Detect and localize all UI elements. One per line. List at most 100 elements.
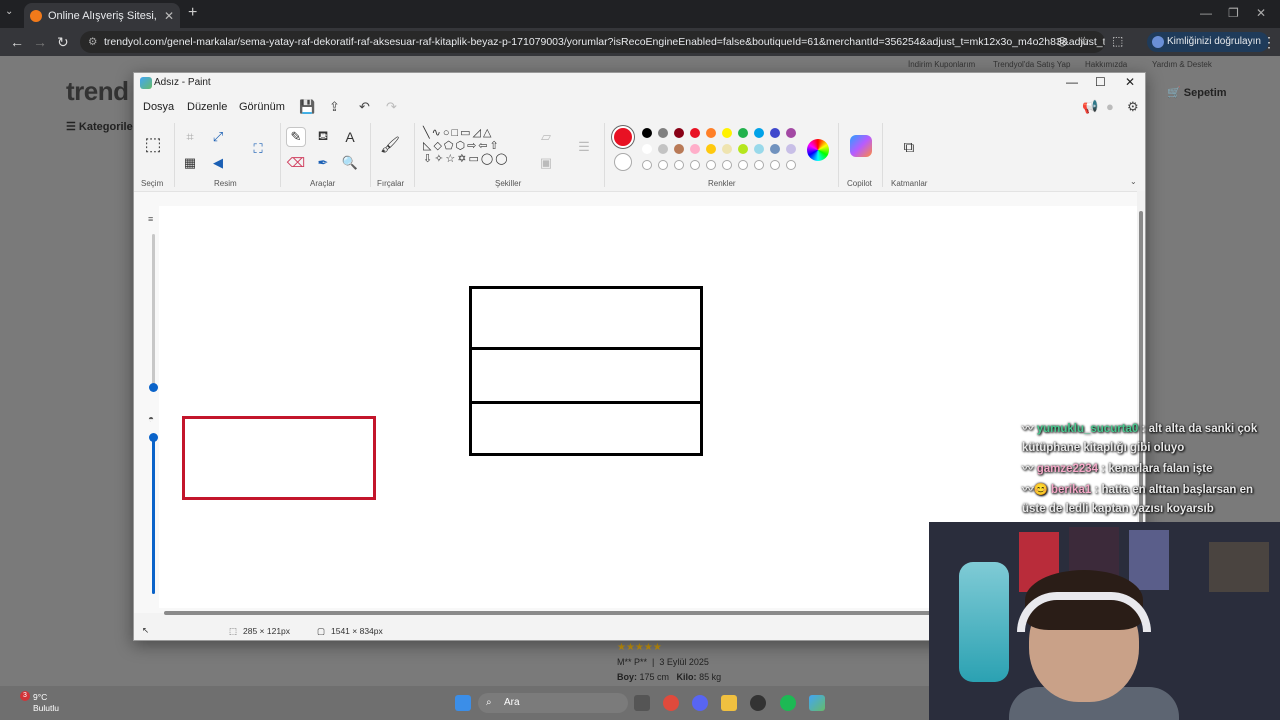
feedback-icon[interactable]: 📢 <box>1082 99 1098 115</box>
task-view-icon[interactable] <box>634 695 650 711</box>
palette-swatch[interactable] <box>786 128 796 138</box>
menu-edit[interactable]: Düzenle <box>187 101 227 113</box>
browser-tab[interactable]: Online Alışveriş Sitesi, Türkiye'nin ✕ <box>24 3 180 28</box>
save-icon[interactable]: 💾 <box>299 99 315 115</box>
palette-swatch[interactable] <box>722 144 732 154</box>
palette-swatch[interactable] <box>642 144 652 154</box>
pencil-icon[interactable]: ✎ <box>286 127 306 147</box>
palette-swatch[interactable] <box>658 128 668 138</box>
palette-swatch[interactable] <box>706 128 716 138</box>
opacity-slider[interactable] <box>149 433 158 594</box>
weather-widget[interactable]: 9°C Bulutlu <box>33 692 59 714</box>
site-info-icon[interactable]: ⚙ <box>88 31 97 53</box>
palette-swatch[interactable] <box>754 128 764 138</box>
layers-icon[interactable]: ⧉ <box>899 137 919 157</box>
edit-colors-icon[interactable] <box>807 139 829 161</box>
palette-swatch[interactable] <box>674 144 684 154</box>
palette-swatch[interactable] <box>770 128 780 138</box>
palette-swatch[interactable] <box>738 144 748 154</box>
size-slider-thumb[interactable] <box>149 383 158 392</box>
palette-swatch[interactable] <box>674 128 684 138</box>
magnifier-icon[interactable]: 🔍 <box>340 153 360 173</box>
opacity-slider-thumb[interactable] <box>149 433 158 442</box>
palette-swatch[interactable] <box>690 128 700 138</box>
rotate-icon[interactable]: ◀ <box>208 153 228 173</box>
shapes-gallery[interactable]: ╲∿○□▭◿△ ◺◇⬠⬡⇨⇦⇧ ⇩✧☆✡▭◯◯ <box>423 127 527 166</box>
categories-menu[interactable]: ☰ Kategoriler <box>66 120 137 133</box>
shape-outline-icon[interactable]: ▱ <box>536 127 556 147</box>
taskbar-search[interactable]: ⌕ Ara <box>478 693 628 713</box>
palette-swatch[interactable] <box>738 128 748 138</box>
fill-bucket-icon[interactable]: ⛾ <box>313 127 333 147</box>
brush-icon[interactable]: 🖌 <box>380 135 400 155</box>
paint-minimize-icon[interactable]: — <box>1066 75 1078 89</box>
shape-fill-icon[interactable]: ▣ <box>536 153 556 173</box>
paint-taskbar-icon[interactable] <box>809 695 825 711</box>
resize-icon[interactable]: ⤢ <box>208 127 228 147</box>
menu-file[interactable]: Dosya <box>143 101 174 113</box>
menu-icon[interactable]: ⋮ <box>1262 34 1276 51</box>
close-tab-icon[interactable]: ✕ <box>164 9 174 23</box>
palette-empty-swatch[interactable] <box>738 160 748 170</box>
forward-icon[interactable]: → <box>33 34 47 50</box>
paint-maximize-icon[interactable]: ☐ <box>1095 75 1106 89</box>
palette-empty-swatch[interactable] <box>706 160 716 170</box>
tab-search-icon[interactable]: ⌄ <box>5 6 13 17</box>
reload-icon[interactable]: ↻ <box>57 34 69 51</box>
account-icon[interactable]: ● <box>1106 99 1114 114</box>
size-slider[interactable] <box>149 234 158 392</box>
new-tab-icon[interactable]: + <box>188 4 197 22</box>
primary-color-swatch[interactable] <box>614 128 632 146</box>
palette-swatch[interactable] <box>722 128 732 138</box>
share-icon[interactable]: ⇪ <box>329 99 340 115</box>
back-icon[interactable]: ← <box>10 34 24 50</box>
image-effects-icon[interactable]: ▦ <box>180 153 200 173</box>
top-link-sell[interactable]: Trendyol'da Satış Yap <box>993 60 1070 69</box>
spotify-icon[interactable] <box>780 695 796 711</box>
cart-link[interactable]: 🛒 Sepetim <box>1167 86 1227 99</box>
shape-size-icon[interactable]: ☰ <box>574 137 594 157</box>
lens-icon[interactable]: ◎ <box>1057 34 1067 48</box>
color-picker-icon[interactable]: ✒ <box>313 153 333 173</box>
redo-icon[interactable]: ↷ <box>386 99 397 115</box>
address-bar[interactable]: ⚙ trendyol.com/genel-markalar/sema-yatay… <box>80 31 1105 53</box>
palette-swatch[interactable] <box>658 144 668 154</box>
site-logo[interactable]: trend <box>66 76 129 107</box>
extensions-icon[interactable]: ⬚ <box>1112 34 1123 48</box>
menu-view[interactable]: Görünüm <box>239 101 285 113</box>
top-link-about[interactable]: Hakkımızda <box>1085 60 1127 69</box>
obs-icon[interactable] <box>750 695 766 711</box>
palette-swatch[interactable] <box>642 128 652 138</box>
palette-swatch[interactable] <box>786 144 796 154</box>
bookmark-star-icon[interactable]: ☆ <box>1079 34 1090 48</box>
palette-empty-swatch[interactable] <box>674 160 684 170</box>
palette-empty-swatch[interactable] <box>690 160 700 170</box>
file-explorer-icon[interactable] <box>721 695 737 711</box>
start-icon[interactable] <box>455 695 471 711</box>
palette-swatch[interactable] <box>690 144 700 154</box>
selection-icon[interactable]: ⬚ <box>142 133 164 155</box>
minimize-icon[interactable]: — <box>1200 6 1212 20</box>
palette-empty-swatch[interactable] <box>770 160 780 170</box>
top-link-help[interactable]: Yardım & Destek <box>1152 60 1212 69</box>
palette-swatch[interactable] <box>770 144 780 154</box>
close-icon[interactable]: ✕ <box>1256 6 1266 20</box>
palette-swatch[interactable] <box>754 144 764 154</box>
copilot-icon[interactable] <box>850 135 872 157</box>
settings-gear-icon[interactable]: ⚙ <box>1127 99 1139 115</box>
palette-empty-swatch[interactable] <box>754 160 764 170</box>
crop-icon[interactable]: ⌗ <box>180 127 200 147</box>
ribbon-collapse-icon[interactable]: ⌄ <box>1130 177 1137 186</box>
top-link-coupons[interactable]: İndirim Kuponlarım <box>908 60 975 69</box>
palette-empty-swatch[interactable] <box>658 160 668 170</box>
maximize-icon[interactable]: ❐ <box>1228 6 1239 20</box>
secondary-color-swatch[interactable] <box>614 153 632 171</box>
palette-empty-swatch[interactable] <box>786 160 796 170</box>
profile-button[interactable]: Kimliğinizi doğrulayın <box>1147 32 1269 52</box>
palette-empty-swatch[interactable] <box>722 160 732 170</box>
undo-icon[interactable]: ↶ <box>359 99 370 115</box>
remove-background-icon[interactable]: ⛶ <box>248 139 268 159</box>
text-icon[interactable]: A <box>340 127 360 147</box>
eraser-icon[interactable]: ⌫ <box>286 153 306 173</box>
discord-icon[interactable] <box>692 695 708 711</box>
